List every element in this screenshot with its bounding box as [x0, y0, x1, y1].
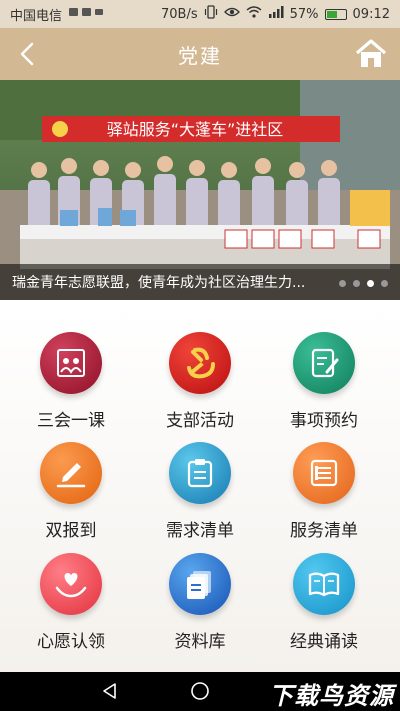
notification-icons: [68, 6, 104, 22]
heart-hand-icon: [40, 553, 102, 615]
wifi-icon: [246, 6, 262, 22]
menu-label: 事项预约: [290, 411, 358, 431]
carousel-dot[interactable]: [367, 280, 374, 287]
back-button[interactable]: [14, 38, 44, 70]
status-bar: 中国电信 70B/s 57% 09:12: [0, 0, 400, 28]
menu-grid: 三会一课 支部活动 事项预约 双报到 需求清单 服务清单 心愿认领 资料库 经典…: [0, 305, 400, 672]
eye-icon: [223, 6, 240, 22]
carousel-indicator: [339, 280, 388, 287]
menu-label: 双报到: [45, 521, 97, 541]
menu-item-needs-list[interactable]: 需求清单: [140, 442, 260, 552]
circle-home-icon: [191, 682, 209, 700]
battery-percent: 57%: [289, 6, 319, 22]
stack-docs-icon: [169, 553, 231, 615]
triangle-back-icon: [103, 683, 116, 699]
note-edit-icon: [293, 332, 355, 394]
clipboard-icon: [169, 442, 231, 504]
vibrate-icon: [204, 5, 218, 23]
menu-label: 三会一课: [37, 411, 105, 431]
menu-label: 心愿认领: [37, 632, 105, 652]
menu-label: 资料库: [174, 632, 226, 652]
chevron-left-icon: [20, 42, 34, 66]
banner-carousel[interactable]: 驿站服务“大蓬车”进社区 瑞金青年志愿联盟，使青年成为社区治理生力...: [0, 80, 400, 300]
signal-icon: [268, 6, 284, 22]
meeting-board-icon: [40, 332, 102, 394]
list-doc-icon: [293, 442, 355, 504]
party-emblem-icon: [169, 332, 231, 394]
banner-caption: 瑞金青年志愿联盟，使青年成为社区治理生力...: [12, 275, 306, 291]
network-speed: 70B/s: [161, 6, 198, 22]
sign-pen-icon: [40, 442, 102, 504]
menu-label: 需求清单: [166, 521, 234, 541]
title-bar: 党建: [0, 28, 400, 80]
battery-icon: [324, 8, 347, 20]
page-title: 党建: [178, 43, 222, 68]
menu-item-service-list[interactable]: 服务清单: [264, 442, 384, 552]
open-book-icon: [293, 553, 355, 615]
clock: 09:12: [352, 6, 390, 22]
banner-slogan: 驿站服务“大蓬车”进社区: [107, 120, 284, 139]
menu-item-meetings[interactable]: 三会一课: [11, 332, 131, 442]
menu-item-double-report[interactable]: 双报到: [11, 442, 131, 552]
carousel-dot[interactable]: [381, 280, 388, 287]
nav-back-button[interactable]: [100, 681, 120, 705]
menu-item-library[interactable]: 资料库: [140, 553, 260, 663]
carousel-dot[interactable]: [353, 280, 360, 287]
system-nav-bar: 下载鸟资源: [0, 672, 400, 711]
watermark-text: 下载鸟资源: [269, 682, 394, 710]
home-button[interactable]: [354, 37, 388, 71]
nav-home-button[interactable]: [190, 681, 210, 705]
carousel-dot[interactable]: [339, 280, 346, 287]
menu-label: 服务清单: [290, 521, 358, 541]
home-icon: [355, 39, 387, 67]
menu-label: 经典诵读: [290, 632, 358, 652]
menu-item-classic-reading[interactable]: 经典诵读: [264, 553, 384, 663]
menu-item-appointments[interactable]: 事项预约: [264, 332, 384, 442]
menu-item-branch-activities[interactable]: 支部活动: [140, 332, 260, 442]
menu-label: 支部活动: [166, 411, 234, 431]
carrier-label: 中国电信: [10, 8, 63, 24]
menu-item-wish-claim[interactable]: 心愿认领: [11, 553, 131, 663]
